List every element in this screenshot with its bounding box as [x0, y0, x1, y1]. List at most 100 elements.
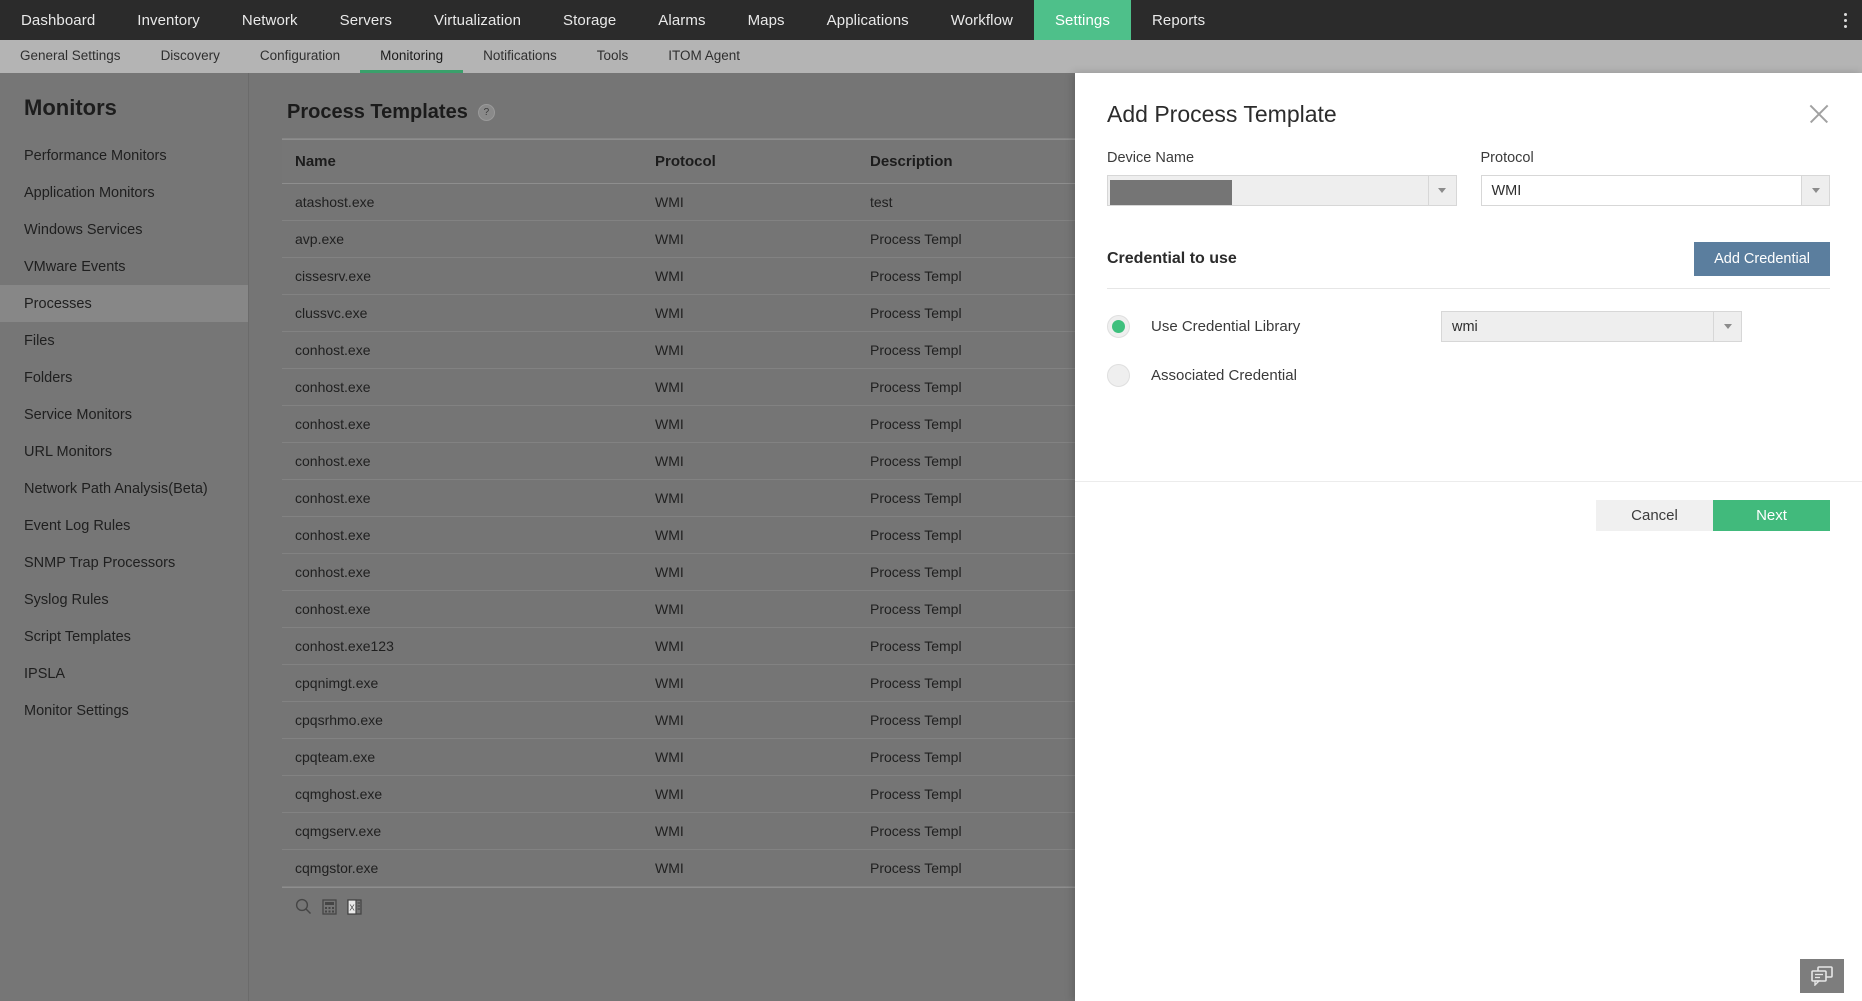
cell-protocol: WMI [642, 517, 857, 554]
topnav-item-workflow[interactable]: Workflow [930, 0, 1034, 40]
sidebar-item-network-path-analysis-beta[interactable]: Network Path Analysis(Beta) [0, 470, 248, 507]
cell-name: conhost.exe [282, 369, 642, 406]
protocol-value: WMI [1482, 176, 1802, 205]
sidebar-item-processes[interactable]: Processes [0, 285, 248, 322]
cancel-button[interactable]: Cancel [1596, 500, 1713, 531]
subnav-item-general-settings[interactable]: General Settings [0, 40, 141, 73]
device-name-value [1108, 176, 1428, 205]
modal-header: Add Process Template [1075, 73, 1862, 128]
cell-protocol: WMI [642, 591, 857, 628]
topnav-item-storage[interactable]: Storage [542, 0, 637, 40]
cell-name: cpqteam.exe [282, 739, 642, 776]
topnav-item-maps[interactable]: Maps [727, 0, 806, 40]
search-icon[interactable] [295, 898, 312, 920]
device-name-label: Device Name [1107, 150, 1457, 166]
subnav-item-monitoring[interactable]: Monitoring [360, 40, 463, 73]
chat-bubbles-icon[interactable] [1800, 959, 1844, 993]
cell-name: atashost.exe [282, 184, 642, 221]
cell-name: conhost.exe [282, 332, 642, 369]
sub-navigation-bar: General SettingsDiscoveryConfigurationMo… [0, 40, 1862, 73]
sidebar-item-files[interactable]: Files [0, 322, 248, 359]
sidebar-item-script-templates[interactable]: Script Templates [0, 618, 248, 655]
column-header-protocol[interactable]: Protocol [642, 140, 857, 184]
subnav-item-notifications[interactable]: Notifications [463, 40, 577, 73]
sidebar-item-ipsla[interactable]: IPSLA [0, 655, 248, 692]
cell-protocol: WMI [642, 554, 857, 591]
cell-name: avp.exe [282, 221, 642, 258]
sidebar-item-folders[interactable]: Folders [0, 359, 248, 396]
protocol-select[interactable]: WMI [1481, 175, 1831, 206]
sidebar-item-windows-services[interactable]: Windows Services [0, 211, 248, 248]
cell-protocol: WMI [642, 850, 857, 887]
radio-label-associated-credential[interactable]: Associated Credential [1151, 367, 1441, 384]
topnav-item-dashboard[interactable]: Dashboard [0, 0, 116, 40]
device-protocol-row: Device Name Protocol WMI [1107, 150, 1830, 206]
subnav-item-configuration[interactable]: Configuration [240, 40, 360, 73]
topnav-item-settings[interactable]: Settings [1034, 0, 1131, 40]
radio-use-credential-library[interactable] [1107, 315, 1130, 338]
kebab-menu-icon[interactable] [1828, 0, 1862, 40]
credential-library-option-row: Use Credential Library wmi [1107, 311, 1830, 342]
credential-section-title: Credential to use [1107, 250, 1237, 268]
topnav-item-alarms[interactable]: Alarms [637, 0, 726, 40]
sidebar-item-syslog-rules[interactable]: Syslog Rules [0, 581, 248, 618]
sidebar-item-vmware-events[interactable]: VMware Events [0, 248, 248, 285]
cell-name: cqmgstor.exe [282, 850, 642, 887]
modal-title: Add Process Template [1107, 101, 1337, 128]
protocol-field: Protocol WMI [1481, 150, 1831, 206]
report-icon[interactable] [322, 899, 337, 920]
add-credential-button[interactable]: Add Credential [1694, 242, 1830, 276]
subnav-item-itom-agent[interactable]: ITOM Agent [648, 40, 760, 73]
modal-footer-divider [1075, 481, 1862, 482]
chevron-down-icon[interactable] [1801, 176, 1829, 205]
subnav-item-tools[interactable]: Tools [577, 40, 649, 73]
sidebar-title: Monitors [0, 73, 248, 137]
device-name-select[interactable] [1107, 175, 1457, 206]
sidebar-item-monitor-settings[interactable]: Monitor Settings [0, 692, 248, 729]
cell-name: conhost.exe [282, 517, 642, 554]
next-button[interactable]: Next [1713, 500, 1830, 531]
chevron-down-icon[interactable] [1428, 176, 1456, 205]
chevron-down-icon[interactable] [1713, 312, 1741, 341]
topnav-item-network[interactable]: Network [221, 0, 319, 40]
topnav-item-applications[interactable]: Applications [806, 0, 930, 40]
cell-protocol: WMI [642, 369, 857, 406]
radio-associated-credential[interactable] [1107, 364, 1130, 387]
cell-name: clussvc.exe [282, 295, 642, 332]
close-icon[interactable] [1806, 101, 1832, 127]
cell-protocol: WMI [642, 480, 857, 517]
top-navigation-bar: DashboardInventoryNetworkServersVirtuali… [0, 0, 1862, 40]
modal-actions: Cancel Next [1596, 500, 1830, 531]
cell-name: conhost.exe [282, 406, 642, 443]
sidebar-item-application-monitors[interactable]: Application Monitors [0, 174, 248, 211]
topnav-item-reports[interactable]: Reports [1131, 0, 1226, 40]
topnav-item-servers[interactable]: Servers [319, 0, 413, 40]
sidebar-item-event-log-rules[interactable]: Event Log Rules [0, 507, 248, 544]
cell-name: conhost.exe [282, 480, 642, 517]
topnav-item-inventory[interactable]: Inventory [116, 0, 221, 40]
cell-protocol: WMI [642, 739, 857, 776]
cell-name: cpqsrhmo.exe [282, 702, 642, 739]
cell-name: cissesrv.exe [282, 258, 642, 295]
radio-label-use-credential-library[interactable]: Use Credential Library [1151, 318, 1441, 335]
sidebar-item-service-monitors[interactable]: Service Monitors [0, 396, 248, 433]
subnav-item-discovery[interactable]: Discovery [141, 40, 240, 73]
cell-protocol: WMI [642, 628, 857, 665]
sidebar-item-snmp-trap-processors[interactable]: SNMP Trap Processors [0, 544, 248, 581]
associated-credential-option-row: Associated Credential [1107, 364, 1830, 387]
sidebar-item-url-monitors[interactable]: URL Monitors [0, 433, 248, 470]
credential-library-select[interactable]: wmi [1441, 311, 1742, 342]
sidebar-item-list: Performance MonitorsApplication Monitors… [0, 137, 248, 729]
credential-header: Credential to use Add Credential [1107, 242, 1830, 276]
excel-export-icon[interactable]: X [347, 899, 363, 920]
cell-name: cqmgserv.exe [282, 813, 642, 850]
cell-protocol: WMI [642, 184, 857, 221]
help-icon[interactable]: ? [478, 104, 495, 121]
sidebar-item-performance-monitors[interactable]: Performance Monitors [0, 137, 248, 174]
column-header-name[interactable]: Name [282, 140, 642, 184]
cell-protocol: WMI [642, 406, 857, 443]
credential-divider [1107, 288, 1830, 289]
page-title: Process Templates [287, 101, 468, 124]
topnav-item-virtualization[interactable]: Virtualization [413, 0, 542, 40]
cell-protocol: WMI [642, 443, 857, 480]
